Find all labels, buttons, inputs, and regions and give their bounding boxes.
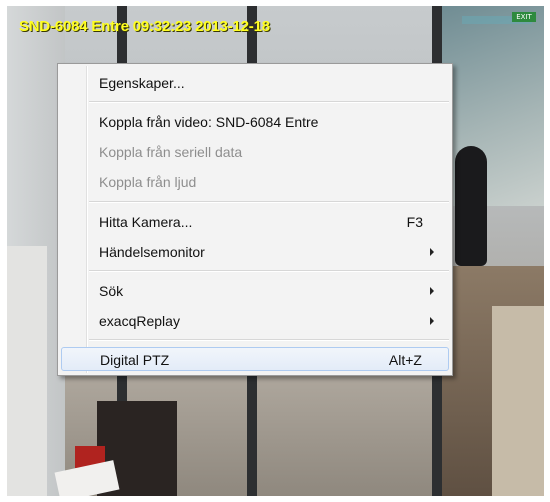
scene-person bbox=[455, 146, 487, 266]
context-menu: Egenskaper... Koppla från video: SND-608… bbox=[57, 63, 453, 376]
exit-sign: EXIT bbox=[512, 12, 536, 22]
menu-item-label: Sök bbox=[99, 283, 124, 299]
menu-item-label: Händelsemonitor bbox=[99, 244, 205, 260]
submenu-arrow-icon bbox=[430, 287, 434, 295]
menu-item-label: Digital PTZ bbox=[100, 352, 170, 368]
menu-item-label: exacqReplay bbox=[99, 313, 180, 329]
scene-wall-panel bbox=[7, 246, 47, 496]
menu-item-label: Egenskaper... bbox=[99, 75, 185, 91]
menu-shortcut: Alt+Z bbox=[388, 352, 422, 368]
menu-shortcut: F3 bbox=[406, 214, 423, 230]
menu-item-find-camera[interactable]: Hitta Kamera... F3 bbox=[61, 210, 449, 234]
scene-window bbox=[437, 6, 544, 206]
menu-item-label: Koppla från ljud bbox=[99, 174, 197, 190]
menu-item-digital-ptz[interactable]: Digital PTZ Alt+Z bbox=[61, 347, 449, 371]
menu-separator bbox=[89, 201, 449, 203]
menu-item-label: Hitta Kamera... bbox=[99, 214, 193, 230]
menu-item-disconnect-audio: Koppla från ljud bbox=[61, 170, 449, 194]
scene-shelf-display bbox=[492, 306, 544, 496]
submenu-arrow-icon bbox=[430, 317, 434, 325]
menu-separator bbox=[89, 101, 449, 103]
menu-separator bbox=[89, 270, 449, 272]
menu-item-disconnect-serial: Koppla från seriell data bbox=[61, 140, 449, 164]
menu-item-exacqreplay[interactable]: exacqReplay bbox=[61, 309, 449, 333]
menu-item-search[interactable]: Sök bbox=[61, 279, 449, 303]
menu-item-disconnect-video[interactable]: Koppla från video: SND-6084 Entre bbox=[61, 110, 449, 134]
camera-overlay-title: SND-6084 Entre 09:32:23 2013-12-18 bbox=[19, 18, 270, 35]
menu-item-label: Koppla från seriell data bbox=[99, 144, 243, 160]
menu-item-egenskaper[interactable]: Egenskaper... bbox=[61, 71, 449, 95]
submenu-arrow-icon bbox=[430, 248, 434, 256]
menu-item-event-monitor[interactable]: Händelsemonitor bbox=[61, 240, 449, 264]
menu-separator bbox=[89, 339, 449, 341]
menu-item-label: Koppla från video: SND-6084 Entre bbox=[99, 114, 319, 130]
